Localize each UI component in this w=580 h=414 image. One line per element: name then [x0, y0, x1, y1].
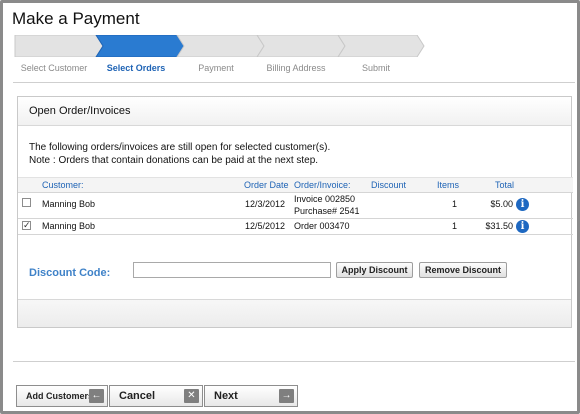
step-progress: [13, 35, 433, 57]
row-items: 1: [452, 199, 458, 209]
row-customer: Manning Bob: [42, 221, 96, 231]
discount-code-label: Discount Code:: [29, 267, 111, 279]
table-row[interactable]: ✓ Manning Bob 12/5/2012 Order 003470 1 $…: [18, 219, 573, 235]
panel-footer: [18, 299, 571, 327]
info-icon[interactable]: i: [516, 220, 529, 233]
row-invoice-sub: Purchase# 2541: [294, 206, 360, 216]
add-customers-button[interactable]: Add Customers ←: [16, 385, 108, 407]
row-customer: Manning Bob: [42, 199, 96, 209]
panel-note: The following orders/invoices are still …: [29, 141, 330, 167]
step-labels: Select Customer Select Orders Payment Bi…: [13, 63, 413, 77]
step-select-customer[interactable]: Select Customer: [21, 63, 88, 73]
add-customers-label: Add Customers: [26, 391, 94, 401]
cancel-button[interactable]: Cancel ✕: [109, 385, 203, 407]
page-title: Make a Payment: [12, 9, 140, 28]
col-order-date[interactable]: Order Date: [244, 180, 289, 190]
step-payment[interactable]: Payment: [198, 63, 234, 73]
arrow-left-icon: ←: [89, 389, 104, 403]
info-icon[interactable]: i: [516, 198, 529, 211]
next-label: Next: [214, 390, 238, 402]
step-submit[interactable]: Submit: [362, 63, 390, 73]
table-row[interactable]: Manning Bob 12/3/2012 Invoice 002850 Pur…: [18, 193, 573, 219]
step-chevron-4: [256, 35, 346, 57]
row-checkbox-checked[interactable]: ✓: [22, 221, 31, 230]
arrow-right-icon: →: [279, 389, 294, 403]
remove-discount-button[interactable]: Remove Discount: [419, 262, 507, 278]
row-invoice[interactable]: Invoice 002850: [294, 194, 355, 204]
step-chevron-1: [14, 35, 104, 57]
row-invoice[interactable]: Order 003470: [294, 221, 350, 231]
window-frame: Make a Payment Select Customer Select Or…: [0, 0, 580, 414]
row-date: 12/3/2012: [245, 199, 286, 209]
close-icon: ✕: [184, 389, 199, 403]
apply-discount-button[interactable]: Apply Discount: [336, 262, 413, 278]
step-chevron-3: [176, 35, 265, 57]
open-orders-panel: Open Order/Invoices The following orders…: [17, 96, 573, 328]
col-total[interactable]: Total: [495, 180, 514, 190]
row-checkbox[interactable]: [22, 198, 31, 207]
col-discount[interactable]: Discount: [371, 180, 406, 190]
note-line-2: Note : Orders that contain donations can…: [29, 155, 319, 166]
divider: [13, 361, 575, 362]
cancel-label: Cancel: [119, 390, 156, 402]
row-items: 1: [452, 221, 458, 231]
col-order-invoice[interactable]: Order/Invoice:: [294, 180, 351, 190]
discount-code-input[interactable]: [133, 262, 331, 278]
step-billing-address[interactable]: Billing Address: [266, 63, 325, 73]
note-line-1: The following orders/invoices are still …: [29, 142, 331, 153]
next-button[interactable]: Next →: [204, 385, 298, 407]
col-items[interactable]: Items: [437, 180, 459, 190]
divider: [13, 82, 575, 83]
row-total: $5.00: [490, 199, 513, 209]
col-customer[interactable]: Customer:: [42, 180, 84, 190]
step-chevron-2: [95, 35, 185, 57]
orders-table: Customer: Order Date Order/Invoice: Disc…: [18, 177, 573, 235]
step-select-orders[interactable]: Select Orders: [107, 63, 166, 73]
step-chevron-5: [337, 35, 425, 57]
panel-title: Open Order/Invoices: [18, 97, 571, 126]
table-header: Customer: Order Date Order/Invoice: Disc…: [18, 177, 573, 193]
row-total: $31.50: [485, 221, 513, 231]
row-date: 12/5/2012: [245, 221, 286, 231]
